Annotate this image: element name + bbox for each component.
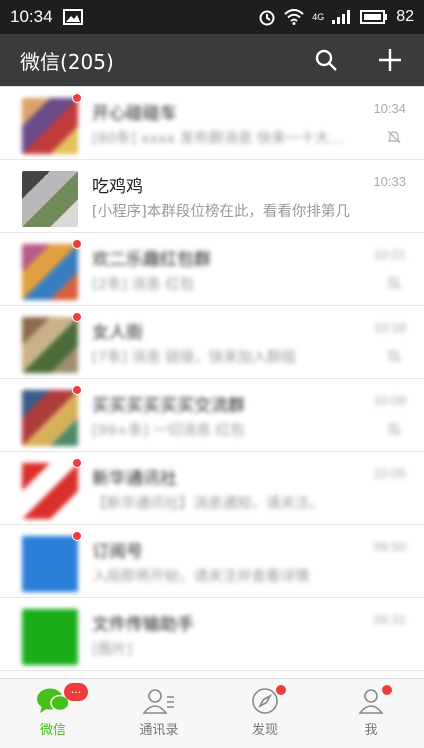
chat-row[interactable]: 女人街 [7条] 消息 链接，快来加入群组 10:18 [0, 306, 424, 379]
battery-icon [360, 10, 388, 24]
chat-time: 10:34 [373, 101, 406, 116]
chat-time: 10:05 [373, 466, 406, 481]
tab-me-badge [382, 685, 392, 695]
add-button[interactable] [376, 46, 404, 74]
status-bar: 10:34 4G 82 [0, 0, 424, 34]
avatar[interactable] [22, 98, 78, 154]
network-type: 4G [312, 11, 325, 22]
avatar[interactable] [22, 244, 78, 300]
chat-row[interactable]: 开心碰碰车 [80条] xxxx 发布群消息 快来一十大惊喜哦 10:34 [0, 87, 424, 160]
chat-name: 订阅号 [92, 542, 143, 562]
chat-list: 开心碰碰车 [80条] xxxx 发布群消息 快来一十大惊喜哦 10:34 吃鸡鸡 [小… [0, 86, 424, 678]
avatar[interactable] [22, 390, 78, 446]
chat-row[interactable]: 欢二乐趣红包群 [2条] 消息 红包 10:21 [0, 233, 424, 306]
search-icon [315, 49, 337, 71]
chat-row[interactable]: 订阅号入局即将开始，请关注并查看详情 09:50 [0, 525, 424, 598]
avatar[interactable] [22, 536, 78, 592]
chat-time: 09:31 [373, 612, 406, 627]
avatar[interactable] [22, 609, 78, 665]
tab-me[interactable]: 我 [318, 679, 424, 748]
status-time: 10:34 [10, 7, 53, 26]
search-button[interactable] [312, 46, 340, 74]
person-icon [358, 689, 384, 714]
unread-dot [72, 239, 82, 249]
unread-dot [72, 458, 82, 468]
chat-row[interactable]: 吃鸡鸡 [小程序]本群段位榜在此，看看你排第几 10:33 [0, 160, 424, 233]
unread-dot [72, 93, 82, 103]
alarm-icon [259, 10, 275, 26]
chat-row[interactable]: 新华通讯社【新华通讯社】消息通知，请关注。 10:05 [0, 452, 424, 525]
tab-contacts-label: 通讯录 [139, 723, 179, 738]
avatar[interactable] [22, 171, 78, 227]
image-notification-icon [62, 9, 83, 25]
battery-level: 82 [396, 8, 414, 25]
unread-dot [72, 312, 82, 322]
chat-preview: [小程序]本群段位榜在此，看看你排第几 [92, 204, 350, 220]
plus-icon [379, 49, 401, 71]
chat-time: 09:50 [373, 539, 406, 554]
chat-preview: [80条] xxxx 发布群消息 快来一十大惊喜哦 [92, 131, 354, 147]
chat-preview: 【新华通讯社】消息通知，请关注。 [92, 496, 324, 512]
chat-preview: [2条] 消息 红包 [92, 277, 195, 293]
chat-name: 开心碰碰车 [92, 104, 177, 124]
unread-dot [72, 531, 82, 541]
mute-bell-icon [387, 349, 401, 363]
contacts-icon [142, 689, 174, 714]
chat-time: 10:33 [373, 174, 406, 189]
tab-chats[interactable]: ... 微信 [0, 679, 106, 748]
mute-bell-icon [387, 422, 401, 436]
chat-preview: [7条] 消息 链接，快来加入群组 [92, 350, 296, 366]
tab-discover-label: 发现 [251, 723, 278, 738]
chat-time: 10:09 [373, 393, 406, 408]
tab-chats-badge: ... [64, 683, 88, 701]
tab-discover-badge [276, 685, 286, 695]
chat-name: 女人街 [92, 323, 143, 343]
avatar[interactable] [22, 463, 78, 519]
mute-bell-icon [387, 130, 401, 144]
signal-icon [332, 10, 351, 24]
chat-name: 新华通讯社 [92, 469, 177, 489]
bottom-tab-bar: ... 微信 通讯录 发现 我 [0, 678, 424, 748]
chat-row[interactable]: 买买买买买买交流群 [99+条] 一切消息 红包 10:09 [0, 379, 424, 452]
chat-name: 买买买买买买交流群 [92, 396, 245, 416]
chat-preview: [99+条] 一切消息 红包 [92, 423, 245, 439]
page-title: 微信(205) [20, 49, 114, 74]
chat-preview: [图片] [92, 642, 133, 658]
app-bar: 微信(205) [0, 34, 424, 86]
chat-name: 欢二乐趣红包群 [92, 250, 211, 270]
chat-preview: 入局即将开始，请关注并查看详情 [92, 569, 310, 585]
unread-dot [72, 385, 82, 395]
wifi-icon [284, 9, 304, 25]
tab-me-label: 我 [364, 723, 378, 738]
tab-contacts[interactable]: 通讯录 [106, 679, 212, 748]
mute-bell-icon [387, 276, 401, 290]
avatar[interactable] [22, 317, 78, 373]
compass-icon [252, 688, 278, 714]
tab-chats-label: 微信 [39, 723, 66, 738]
chat-name: 吃鸡鸡 [92, 177, 143, 197]
chat-time: 10:21 [373, 247, 406, 262]
chat-time: 10:18 [373, 320, 406, 335]
tab-discover[interactable]: 发现 [212, 679, 318, 748]
chat-row[interactable]: 文件传输助手 [图片] 09:31 [0, 598, 424, 671]
chat-name: 文件传输助手 [92, 615, 194, 635]
